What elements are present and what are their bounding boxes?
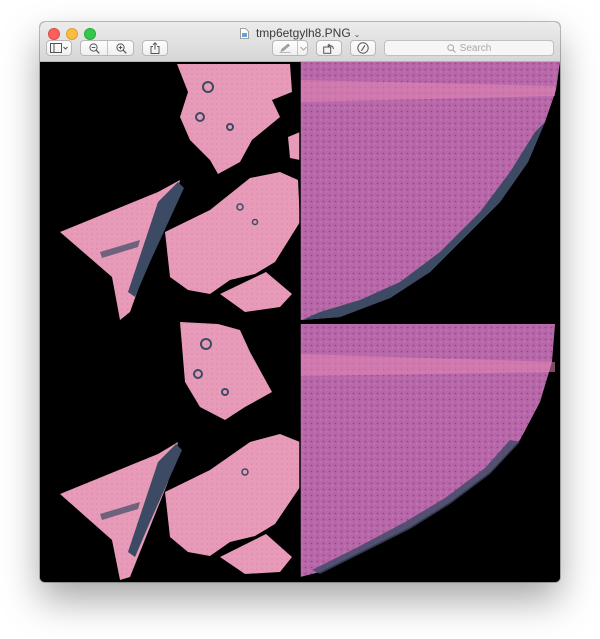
rotate-icon xyxy=(323,42,334,54)
share-button[interactable] xyxy=(142,40,168,56)
markup-pen-button[interactable] xyxy=(273,41,297,55)
markup-pen-icon xyxy=(279,43,291,53)
search-icon xyxy=(446,43,456,53)
png-file-icon xyxy=(239,28,249,39)
search-placeholder: Search xyxy=(459,42,492,54)
window-title: tmp6etgylh8.PNG xyxy=(255,26,351,40)
zoom-in-button[interactable] xyxy=(108,41,135,55)
zoom-in-icon xyxy=(116,42,127,54)
zoom-out-icon xyxy=(89,42,100,54)
rotate-button[interactable] xyxy=(316,40,342,56)
markup-menu-button[interactable] xyxy=(298,41,309,55)
sidebar-icon xyxy=(50,43,68,53)
zoom-segmented-control xyxy=(80,40,134,56)
image-canvas[interactable] xyxy=(40,62,560,582)
annotate-button[interactable] xyxy=(350,40,376,56)
title-chevron-icon[interactable]: ⌄ xyxy=(354,30,361,39)
zoom-out-button[interactable] xyxy=(81,41,108,55)
chevron-down-icon xyxy=(300,46,307,51)
share-icon xyxy=(150,42,160,54)
sidebar-toggle-button[interactable] xyxy=(46,40,72,56)
search-field[interactable]: Search xyxy=(384,40,554,56)
preview-window: tmp6etgylh8.PNG ⌄ Search xyxy=(40,22,560,582)
title-bar: tmp6etgylh8.PNG ⌄ Search xyxy=(40,22,560,62)
markup-pen-segmented xyxy=(272,40,308,56)
histology-image xyxy=(40,62,560,582)
annotate-icon xyxy=(357,42,369,54)
